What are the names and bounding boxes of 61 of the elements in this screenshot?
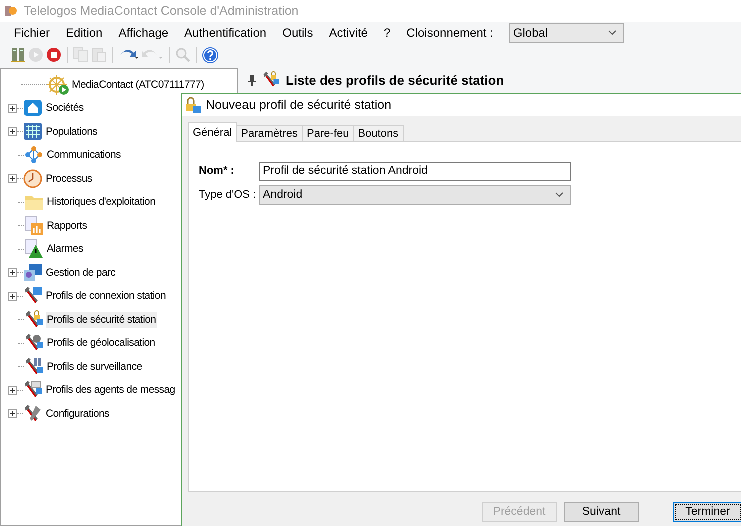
computer-icon	[23, 262, 43, 283]
menu-item[interactable]: ?	[376, 26, 399, 40]
expand-icon[interactable]	[8, 268, 17, 278]
chevron-down-icon	[608, 30, 618, 36]
partition-dropdown[interactable]: Global	[509, 23, 624, 43]
tab[interactable]: Boutons	[353, 125, 404, 142]
expand-icon[interactable]	[8, 292, 17, 301]
tree-node[interactable]: Rapports	[46, 218, 88, 234]
menu-item[interactable]: Authentification	[176, 26, 275, 40]
tree-node[interactable]: Historiques d'exploitation	[46, 194, 157, 210]
tree-node[interactable]: Profils de géolocalisation	[46, 335, 156, 352]
tab[interactable]: Général	[188, 122, 238, 142]
dialog-title: Nouveau profil de sécurité station	[206, 98, 392, 112]
tree-node[interactable]: Processus	[45, 170, 94, 187]
network-icon	[24, 145, 44, 166]
lock-icon	[24, 310, 44, 330]
expand-icon[interactable]	[8, 127, 17, 136]
wizard-button[interactable]: Suivant	[564, 502, 639, 522]
tree-node[interactable]: Profils de connexion station	[45, 288, 168, 304]
menu-item[interactable]: Affichage	[110, 26, 177, 40]
tree-node[interactable]: Profils de sécurité station	[46, 312, 158, 328]
app-icon	[4, 4, 18, 18]
field-label: Type d'OS :	[199, 189, 258, 201]
panel-title: Liste des profils de sécurité station	[286, 72, 504, 88]
name-field[interactable]: Profil de sécurité station Android	[259, 162, 571, 180]
menu-item[interactable]: Activité	[321, 26, 376, 40]
menu-item[interactable]: Outils	[274, 26, 322, 40]
partition-label: Cloisonnement :	[406, 26, 494, 40]
clock-icon	[23, 168, 43, 189]
tree-node[interactable]: Communications	[46, 147, 122, 164]
expand-icon[interactable]	[8, 409, 17, 418]
tools-icon	[23, 404, 43, 424]
window-title: Telelogos MediaContact Console d'Administration	[24, 4, 299, 18]
house-icon	[23, 98, 43, 118]
stop-icon[interactable]	[46, 47, 62, 63]
tree-node[interactable]: Gestion de parc	[45, 264, 117, 281]
os-type-dropdown[interactable]: Android	[259, 185, 571, 205]
tree-node[interactable]: Configurations	[45, 406, 111, 422]
chevron-down-icon	[555, 192, 564, 198]
field-label: Nom* :	[199, 165, 236, 177]
expand-icon[interactable]	[8, 174, 17, 184]
tree-node[interactable]: MediaContact (ATC07111777)	[71, 76, 206, 93]
tools-icon	[262, 71, 280, 89]
warning-icon	[24, 239, 44, 260]
tools-icon	[23, 286, 43, 306]
help-icon[interactable]	[202, 46, 219, 64]
expand-icon[interactable]	[8, 386, 17, 395]
lock-icon	[185, 97, 201, 113]
tree-node[interactable]: Sociétés	[45, 100, 85, 116]
tree-node[interactable]: Profils de surveillance	[46, 358, 144, 375]
servers-icon[interactable]	[10, 47, 26, 63]
menu-item[interactable]: Fichier	[6, 26, 58, 40]
chart-icon	[24, 216, 44, 236]
wizard-button[interactable]: Terminer	[673, 502, 741, 522]
tree-node[interactable]: Alarmes	[46, 241, 84, 258]
grid-icon	[23, 122, 43, 142]
menu-item[interactable]: Edition	[58, 26, 111, 40]
expand-icon[interactable]	[8, 104, 17, 113]
tree-node[interactable]: Populations	[45, 124, 99, 140]
wheel-icon	[47, 74, 71, 96]
tree-node[interactable]: Profils des agents de messag	[45, 382, 176, 398]
